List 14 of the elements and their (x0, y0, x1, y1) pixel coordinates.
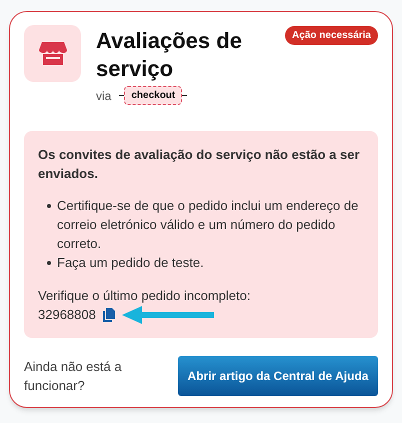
bullet-text: Certifique-se de que o pedido inclui um endereço de correio eletrónico válido e um número do pedido correto. (57, 197, 360, 253)
check-label: Verifique o último pedido incompleto: (38, 287, 252, 305)
copy-icon[interactable] (102, 308, 116, 322)
bullet-text: Faça um pedido de teste. (57, 254, 204, 272)
help-article-button[interactable]: Abrir artigo da Central de Ajuda (178, 356, 378, 396)
help-question: Ainda não está a funcionar? (24, 358, 123, 395)
card-title: Avaliações de serviço (96, 27, 243, 83)
source-tag: checkout (124, 86, 182, 105)
alert-heading: Os convites de avaliação do serviço não estão a ser enviados. (38, 146, 361, 183)
order-number: 32968808 (38, 306, 96, 324)
store-icon (24, 25, 81, 82)
status-badge: Ação necessária (285, 26, 378, 45)
arrow-icon (122, 306, 214, 324)
via-label: via (96, 88, 112, 104)
